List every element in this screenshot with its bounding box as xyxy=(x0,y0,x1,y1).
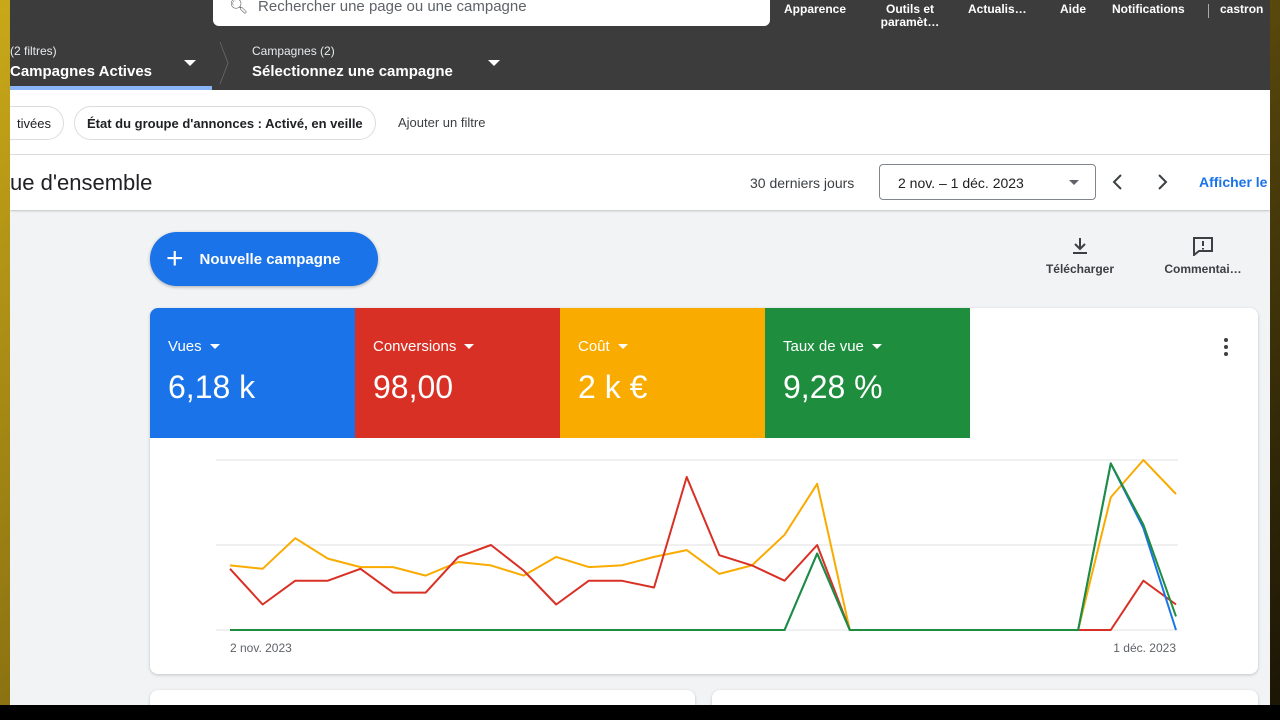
breadcrumb: (2 filtres) Campagnes Actives Campagnes … xyxy=(10,36,1270,90)
metric-value: 6,18 k xyxy=(168,369,256,405)
campaigns-count: Campagnes (2) xyxy=(252,44,335,58)
filter-chip-label: État du groupe d'annonces : Activé, en v… xyxy=(87,115,363,131)
campaign-select-label: Sélectionnez une campagne xyxy=(252,63,453,80)
chevron-down-icon xyxy=(488,60,500,66)
download-label: Télécharger xyxy=(1045,262,1115,276)
account-button[interactable]: castron xyxy=(1220,3,1263,16)
chart-series-line-1 xyxy=(229,476,1177,631)
metric-label: Vues xyxy=(168,338,202,355)
chart-series-line-2 xyxy=(230,462,1177,631)
chevron-down-icon xyxy=(617,344,628,349)
top-bar: 🔍︎ Rechercher une page ou une campagne A… xyxy=(10,0,1270,36)
comments-button[interactable]: Commentai… xyxy=(1158,236,1248,276)
metric-view-rate[interactable]: Taux de vue 9,28 % xyxy=(765,308,970,438)
chevron-down-icon xyxy=(184,60,196,66)
chevron-left-icon[interactable] xyxy=(1111,173,1123,191)
search-icon: 🔍︎ xyxy=(229,0,249,15)
appearance-button[interactable]: Apparence xyxy=(784,3,846,16)
comments-label: Commentai… xyxy=(1164,262,1242,276)
filters-name: Campagnes Actives xyxy=(10,63,153,80)
download-button[interactable]: Télécharger xyxy=(1039,236,1121,276)
more-options-icon[interactable] xyxy=(1224,338,1228,359)
show-link[interactable]: Afficher le xyxy=(1199,174,1267,190)
plus-icon: + xyxy=(166,242,184,275)
overview-header: ue d'ensemble 30 derniers jours 2 nov. –… xyxy=(10,155,1270,210)
filter-chip-ad-group-state[interactable]: État du groupe d'annonces : Activé, en v… xyxy=(74,106,376,140)
chevron-right-icon[interactable] xyxy=(1157,173,1169,191)
download-icon xyxy=(1073,238,1087,254)
date-range-select[interactable]: 2 nov. – 1 déc. 2023 xyxy=(879,164,1096,200)
notifications-button[interactable]: Notifications xyxy=(1112,3,1185,16)
refresh-button[interactable]: Actualis… xyxy=(968,3,1027,16)
chevron-down-icon xyxy=(464,344,475,349)
chevron-down-icon xyxy=(209,344,220,349)
metric-label: Conversions xyxy=(373,338,457,355)
performance-chart: 2 nov. 2023 1 déc. 2023 xyxy=(216,459,1178,655)
chevron-down-icon xyxy=(1069,180,1079,185)
filter-bar: tivées État du groupe d'annonces : Activ… xyxy=(10,90,1270,155)
page-title: ue d'ensemble xyxy=(10,170,153,195)
search-input[interactable]: 🔍︎ Rechercher une page ou une campagne xyxy=(213,0,770,26)
help-button[interactable]: Aide xyxy=(1060,3,1086,16)
metric-cost[interactable]: Coût 2 k € xyxy=(560,308,765,438)
metric-views[interactable]: Vues 6,18 k xyxy=(150,308,355,438)
date-range-label: 30 derniers jours xyxy=(750,175,855,191)
filter-chip-status[interactable]: tivées xyxy=(10,106,64,140)
add-filter-button[interactable]: Ajouter un filtre xyxy=(398,115,485,130)
metric-conversions[interactable]: Conversions 98,00 xyxy=(355,308,560,438)
bottom-strip xyxy=(0,705,1280,720)
date-range-value: 2 nov. – 1 déc. 2023 xyxy=(898,175,1024,191)
feedback-icon xyxy=(1193,237,1213,256)
metric-label: Taux de vue xyxy=(783,338,864,355)
performance-card: Vues 6,18 k Conversions 98,00 Coût 2 k €… xyxy=(150,308,1258,674)
new-campaign-label: Nouvelle campagne xyxy=(199,250,341,268)
filter-chip-label: tivées xyxy=(17,115,51,131)
filters-count: (2 filtres) xyxy=(10,44,57,58)
metric-value: 98,00 xyxy=(373,369,454,405)
metric-label: Coût xyxy=(578,338,610,355)
tools-settings-button[interactable]: Outils et paramèt… xyxy=(872,3,948,29)
chevron-down-icon xyxy=(871,344,882,349)
chart-series-line-3 xyxy=(230,462,1177,631)
x-axis-end-label: 1 déc. 2023 xyxy=(1113,641,1176,655)
metric-value: 9,28 % xyxy=(783,369,883,405)
new-campaign-button[interactable]: + Nouvelle campagne xyxy=(150,232,378,286)
bottom-card-right xyxy=(712,690,1258,705)
metric-value: 2 k € xyxy=(578,369,648,405)
breadcrumb-separator-icon xyxy=(219,41,229,85)
top-divider xyxy=(1208,4,1209,18)
bottom-card-left xyxy=(150,690,695,705)
app-window: 🔍︎ Rechercher une page ou une campagne A… xyxy=(10,0,1270,705)
search-placeholder: Rechercher une page ou une campagne xyxy=(258,0,527,15)
x-axis-start-label: 2 nov. 2023 xyxy=(230,641,292,655)
